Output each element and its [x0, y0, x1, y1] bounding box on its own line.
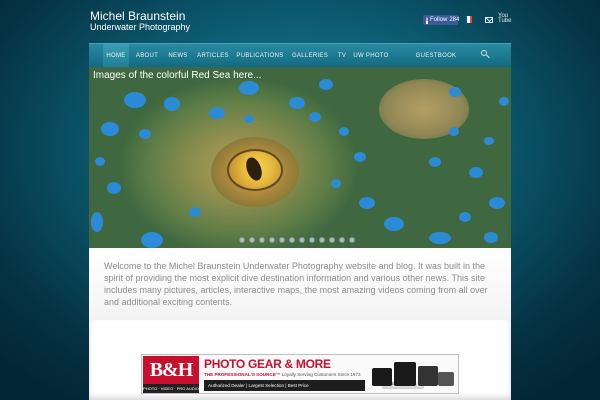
hero-caption[interactable]: Images of the colorful Red Sea here... — [93, 70, 261, 82]
french-flag-icon[interactable] — [465, 16, 472, 23]
ad-bar-text: Authorized Dealer | Largest Selection | … — [208, 383, 309, 388]
camera-products-image — [370, 358, 458, 392]
header: Michel Braunstein Underwater Photography… — [0, 0, 600, 42]
spot — [449, 127, 459, 136]
search-icon[interactable] — [481, 50, 490, 59]
slideshow-dot[interactable] — [309, 237, 315, 243]
mail-icon[interactable] — [485, 17, 493, 23]
slideshow-dot[interactable] — [319, 237, 325, 243]
ad-info-bar: Authorized Dealer | Largest Selection | … — [204, 380, 424, 391]
nav-publications[interactable]: PUBLICATIONS — [235, 44, 285, 68]
spot — [319, 79, 333, 90]
spot — [189, 207, 201, 217]
hero-slideshow[interactable]: Images of the colorful Red Sea here... — [89, 67, 511, 248]
spot — [289, 97, 305, 109]
bh-ad-banner[interactable]: B&H PHOTO · VIDEO · PRO AUDIO PHOTO GEAR… — [141, 354, 459, 394]
spot — [484, 137, 494, 145]
ad-tagline-brand: THE PROFESSIONAL'S SOURCE™ — [204, 372, 281, 377]
nav-about[interactable]: ABOUT — [133, 44, 161, 68]
camera-icon — [438, 372, 454, 386]
nav-news[interactable]: NEWS — [166, 44, 190, 68]
spot — [354, 152, 366, 162]
spot — [209, 107, 225, 119]
nav-tv[interactable]: TV — [334, 44, 350, 68]
slideshow-dot[interactable] — [249, 237, 255, 243]
facebook-follow-button[interactable]: f Follow 284 — [423, 15, 460, 25]
nav-articles[interactable]: ARTICLES — [195, 44, 231, 68]
spot — [489, 197, 505, 209]
spot — [339, 127, 349, 136]
site-subtitle: Underwater Photography — [90, 22, 191, 32]
ad-tagline: THE PROFESSIONAL'S SOURCE™ Loyally Servi… — [204, 372, 361, 378]
bh-logo-subtitle: PHOTO · VIDEO · PRO AUDIO — [143, 384, 199, 393]
spot — [384, 217, 404, 231]
spot — [164, 97, 180, 111]
facebook-follow-count: 284 — [449, 17, 460, 23]
spot — [107, 182, 121, 194]
ad-tagline-rest: Loyally Serving Customers Since 1973 — [280, 372, 361, 377]
slideshow-dot[interactable] — [299, 237, 305, 243]
spot — [499, 97, 509, 106]
spot — [429, 232, 451, 244]
nav-uw-photo[interactable]: UW PHOTO — [353, 44, 389, 68]
welcome-box: Welcome to the Michel Braunstein Underwa… — [89, 248, 511, 320]
camera-icon — [394, 362, 416, 386]
spot — [449, 87, 461, 97]
spot — [469, 167, 483, 178]
spot — [141, 232, 163, 248]
slideshow-dot[interactable] — [259, 237, 265, 243]
welcome-text: Welcome to the Michel Braunstein Underwa… — [104, 261, 488, 307]
spot — [331, 179, 341, 188]
main-nav: HOME ABOUT NEWS ARTICLES PUBLICATIONS GA… — [89, 43, 511, 68]
youtube-icon[interactable]: You Tube — [498, 13, 511, 24]
spot — [91, 212, 103, 232]
spot — [429, 157, 441, 167]
spot — [124, 92, 146, 108]
slideshow-dot[interactable] — [269, 237, 275, 243]
slideshow-dot[interactable] — [349, 237, 355, 243]
slideshow-dot[interactable] — [239, 237, 245, 243]
slideshow-dot[interactable] — [329, 237, 335, 243]
slideshow-dot[interactable] — [279, 237, 285, 243]
slideshow-pager — [239, 237, 355, 243]
spot — [244, 115, 254, 123]
ad-headline: PHOTO GEAR & MORE — [204, 357, 331, 371]
slideshow-dot[interactable] — [289, 237, 295, 243]
spot — [359, 197, 375, 209]
camera-icon — [418, 366, 438, 386]
spot — [239, 81, 259, 95]
spot — [139, 129, 151, 139]
spot — [101, 122, 119, 136]
bh-logo: B&H — [143, 356, 199, 384]
nav-home[interactable]: HOME — [103, 44, 129, 68]
nav-guestbook[interactable]: GUESTBOOK — [414, 44, 458, 68]
spot — [484, 232, 498, 243]
spot — [309, 112, 321, 122]
slideshow-dot[interactable] — [339, 237, 345, 243]
spot — [459, 212, 471, 222]
facebook-follow-label: Follow — [430, 17, 448, 23]
camera-icon — [372, 368, 392, 386]
facebook-icon: f — [426, 16, 428, 24]
nav-galleries[interactable]: GALLERIES — [290, 44, 330, 68]
spot — [95, 157, 105, 166]
